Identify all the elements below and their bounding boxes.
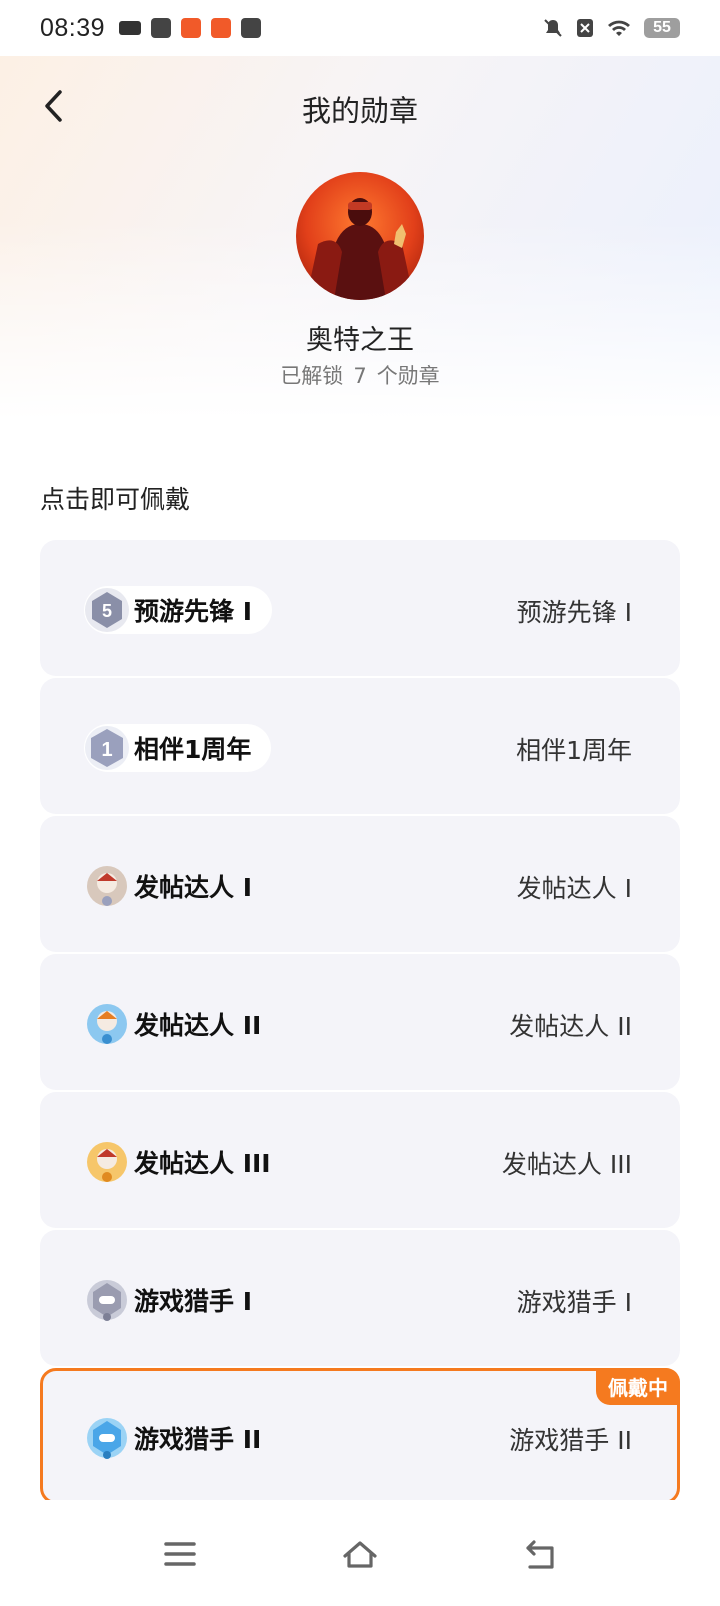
badge-pill-label: 游戏猎手 I (134, 1287, 253, 1316)
app-notification-icon (211, 18, 232, 38)
page-title: 我的勋章 (301, 94, 418, 128)
badge-pill-label: 发帖达人 I (134, 873, 253, 902)
wifi-icon (608, 20, 630, 36)
badge-card[interactable]: 发帖达人 II 发帖达人 II (40, 954, 680, 1090)
badge-name: 发帖达人 I (516, 874, 632, 903)
vanguard-badge-icon: 5 (85, 588, 129, 632)
svg-text:5: 5 (102, 601, 112, 621)
badge-pill: 5 预游先锋 I (84, 586, 273, 634)
unlock-summary: 已解锁 7 个勋章 (0, 360, 720, 390)
hunter-badge-icon (87, 1418, 127, 1459)
video-icon (119, 21, 142, 35)
status-bar: 08:39 55 (0, 0, 720, 56)
badge-name: 预游先锋 I (516, 598, 632, 627)
badge-pill-label: 发帖达人 III (134, 1149, 271, 1178)
badge-card[interactable]: 游戏猎手 I 游戏猎手 I (40, 1230, 680, 1366)
badge-name: 游戏猎手 I (516, 1288, 632, 1317)
badge-pill: 1 相伴1周年 (84, 724, 272, 772)
unlock-prefix: 已解锁 (280, 364, 344, 388)
badge-name: 游戏猎手 II (509, 1426, 632, 1455)
poster-badge-icon (87, 866, 127, 906)
badge-pill-label: 游戏猎手 II (134, 1425, 262, 1454)
anniversary-badge-icon: 1 (85, 726, 129, 770)
status-time: 08:39 (40, 13, 106, 42)
badge-card-wearing[interactable]: 游戏猎手 II 游戏猎手 II 佩戴中 (40, 1368, 680, 1504)
notification-icons (119, 18, 262, 38)
app-notification-icon (181, 18, 202, 38)
section-title: 点击即可佩戴 (40, 485, 191, 514)
back-icon[interactable] (520, 1534, 560, 1574)
unlock-suffix: 个勋章 (376, 364, 440, 388)
svg-text:1: 1 (101, 739, 112, 761)
avatar (296, 172, 424, 300)
home-icon[interactable] (340, 1534, 380, 1574)
badge-list: 5 预游先锋 I 预游先锋 I 1 相伴1周年 相伴1周年 发帖达人 I 发帖达… (40, 540, 680, 1506)
badge-name: 相伴1周年 (516, 736, 632, 765)
badge-pill: 发帖达人 I (84, 862, 272, 910)
badge-pill-label: 相伴1周年 (134, 735, 252, 764)
shopping-bag-icon (241, 18, 262, 38)
unlock-count: 7 (353, 364, 367, 388)
badge-card[interactable]: 5 预游先锋 I 预游先锋 I (40, 540, 680, 676)
badge-card[interactable]: 发帖达人 I 发帖达人 I (40, 816, 680, 952)
menu-icon[interactable] (160, 1534, 200, 1574)
badge-card[interactable]: 1 相伴1周年 相伴1周年 (40, 678, 680, 814)
badge-pill-label: 发帖达人 II (134, 1011, 262, 1040)
top-nav: 我的勋章 (0, 76, 720, 136)
wearing-badge-tag: 佩戴中 (596, 1368, 680, 1405)
badge-card[interactable]: 发帖达人 III 发帖达人 III (40, 1092, 680, 1228)
poster-badge-icon (87, 1004, 127, 1044)
badge-pill: 发帖达人 III (84, 1138, 291, 1186)
hunter-badge-icon (87, 1280, 127, 1321)
sim-off-icon (577, 19, 593, 37)
badge-name: 发帖达人 III (501, 1150, 632, 1179)
badge-pill-label: 预游先锋 I (134, 597, 253, 626)
badge-pill: 发帖达人 II (84, 1000, 281, 1048)
badge-name: 发帖达人 II (509, 1012, 632, 1041)
poster-badge-icon (87, 1142, 127, 1182)
battery-indicator: 55 (644, 18, 680, 38)
mute-icon (544, 19, 562, 37)
system-nav-bar (0, 1500, 720, 1606)
system-icons: 55 (542, 17, 680, 39)
badge-pill: 游戏猎手 II (84, 1414, 281, 1462)
app-notification-icon (151, 18, 172, 38)
username: 奥特之王 (306, 325, 414, 356)
badge-pill: 游戏猎手 I (84, 1276, 272, 1324)
